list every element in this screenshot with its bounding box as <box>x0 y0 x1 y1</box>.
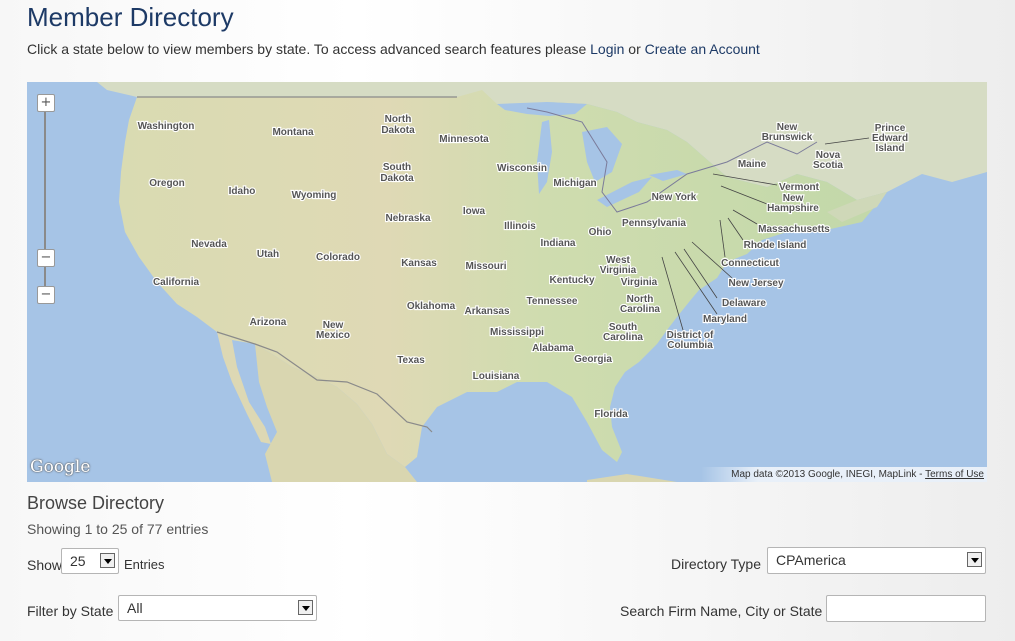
directory-type-select[interactable]: CPAmerica <box>767 547 986 574</box>
state-map[interactable]: Washington Montana North Dakota Minnesot… <box>27 82 987 482</box>
label-pennsylvania[interactable]: Pennsylvania <box>621 217 688 230</box>
entries-per-page-value: 25 <box>70 553 86 569</box>
label-indiana[interactable]: Indiana <box>539 237 577 250</box>
google-logo[interactable]: Google <box>30 457 90 477</box>
label-georgia[interactable]: Georgia <box>573 353 613 366</box>
filter-state-value: All <box>127 600 143 616</box>
intro-message: Click a state below to view members by s… <box>27 41 591 57</box>
show-label: Show <box>27 557 63 573</box>
chevron-down-icon[interactable] <box>298 600 313 615</box>
label-new-brunswick-2[interactable]: Brunswick <box>761 131 814 144</box>
label-iowa[interactable]: Iowa <box>462 205 487 218</box>
label-new-hampshire-2[interactable]: Hampshire <box>766 202 820 215</box>
label-vermont[interactable]: Vermont <box>778 181 821 194</box>
label-idaho[interactable]: Idaho <box>228 185 257 198</box>
label-pei-3[interactable]: Island <box>874 142 905 155</box>
label-montana[interactable]: Montana <box>271 126 315 139</box>
label-north-dakota-2[interactable]: Dakota <box>380 124 416 137</box>
label-minnesota[interactable]: Minnesota <box>438 133 490 146</box>
label-new-york[interactable]: New York <box>651 191 698 204</box>
browse-directory-title: Browse Directory <box>27 493 165 513</box>
label-north-carolina-2[interactable]: Carolina <box>619 303 662 316</box>
create-account-link[interactable]: Create an Account <box>645 41 760 57</box>
page-title: Member Directory <box>27 2 234 32</box>
label-alabama[interactable]: Alabama <box>531 342 575 355</box>
label-wyoming[interactable]: Wyoming <box>290 189 337 202</box>
label-oklahoma[interactable]: Oklahoma <box>406 300 457 313</box>
login-link[interactable]: Login <box>590 41 624 57</box>
label-virginia[interactable]: Virginia <box>620 276 659 289</box>
label-ohio[interactable]: Ohio <box>588 226 613 239</box>
map-canvas[interactable]: Washington Montana North Dakota Minnesot… <box>27 82 987 482</box>
label-louisiana[interactable]: Louisiana <box>472 370 521 383</box>
label-oregon[interactable]: Oregon <box>148 177 186 190</box>
intro-text: Click a state below to view members by s… <box>27 41 760 57</box>
zoom-control[interactable]: + − − <box>35 94 55 304</box>
zoom-in-button[interactable]: + <box>37 94 55 112</box>
label-colorado[interactable]: Colorado <box>315 251 361 264</box>
label-dc-2[interactable]: Columbia <box>666 339 714 352</box>
label-missouri[interactable]: Missouri <box>464 260 508 273</box>
label-new-mexico-2[interactable]: Mexico <box>315 329 351 342</box>
label-south-dakota-1[interactable]: South <box>382 161 413 174</box>
label-south-dakota-2[interactable]: Dakota <box>379 172 415 185</box>
entries-per-page-select[interactable]: 25 <box>61 548 119 574</box>
label-north-dakota-1[interactable]: North <box>384 113 413 126</box>
label-south-carolina-2[interactable]: Carolina <box>602 331 645 344</box>
filter-state-select[interactable]: All <box>118 595 317 621</box>
zoom-slider-handle[interactable]: − <box>37 249 55 267</box>
search-input[interactable] <box>826 595 986 622</box>
label-rhode-island[interactable]: Rhode Island <box>743 239 808 252</box>
label-kentucky[interactable]: Kentucky <box>548 274 596 287</box>
filter-state-label: Filter by State <box>27 603 114 619</box>
entries-count: Showing 1 to 25 of 77 entries <box>27 521 209 537</box>
label-arizona[interactable]: Arizona <box>249 316 288 329</box>
label-connecticut[interactable]: Connecticut <box>720 257 781 270</box>
label-wisconsin[interactable]: Wisconsin <box>496 162 548 175</box>
intro-or: or <box>624 41 645 57</box>
chevron-down-icon[interactable] <box>100 553 115 568</box>
label-maryland[interactable]: Maryland <box>702 313 748 326</box>
terms-of-use-link[interactable]: Terms of Use <box>925 469 984 480</box>
directory-type-label: Directory Type <box>671 556 761 572</box>
search-label: Search Firm Name, City or State <box>620 603 823 619</box>
label-nova-scotia-2[interactable]: Scotia <box>812 159 845 172</box>
label-kansas[interactable]: Kansas <box>400 257 438 270</box>
label-arkansas[interactable]: Arkansas <box>463 305 511 318</box>
zoom-out-button[interactable]: − <box>37 286 55 304</box>
map-attribution: Map data ©2013 Google, INEGI, MapLink - … <box>701 467 987 482</box>
label-nebraska[interactable]: Nebraska <box>384 212 432 225</box>
label-new-jersey[interactable]: New Jersey <box>727 277 785 290</box>
label-washington[interactable]: Washington <box>136 120 195 133</box>
directory-type-value: CPAmerica <box>776 552 846 568</box>
label-delaware[interactable]: Delaware <box>721 297 768 310</box>
attribution-text: Map data ©2013 Google, INEGI, MapLink - <box>731 469 926 480</box>
label-california[interactable]: California <box>152 276 201 289</box>
label-utah[interactable]: Utah <box>256 248 280 261</box>
label-maine[interactable]: Maine <box>737 158 768 171</box>
label-nevada[interactable]: Nevada <box>190 238 228 251</box>
label-texas[interactable]: Texas <box>396 354 426 367</box>
label-florida[interactable]: Florida <box>593 408 629 421</box>
label-massachusetts[interactable]: Massachusetts <box>757 223 831 236</box>
label-tennessee[interactable]: Tennessee <box>525 295 579 308</box>
label-illinois[interactable]: Illinois <box>503 220 537 233</box>
label-west-virginia-2[interactable]: Virginia <box>599 264 638 277</box>
entries-label: Entries <box>124 557 165 572</box>
label-mississippi[interactable]: Mississippi <box>489 326 545 339</box>
label-michigan[interactable]: Michigan <box>552 177 598 190</box>
chevron-down-icon[interactable] <box>967 552 982 567</box>
